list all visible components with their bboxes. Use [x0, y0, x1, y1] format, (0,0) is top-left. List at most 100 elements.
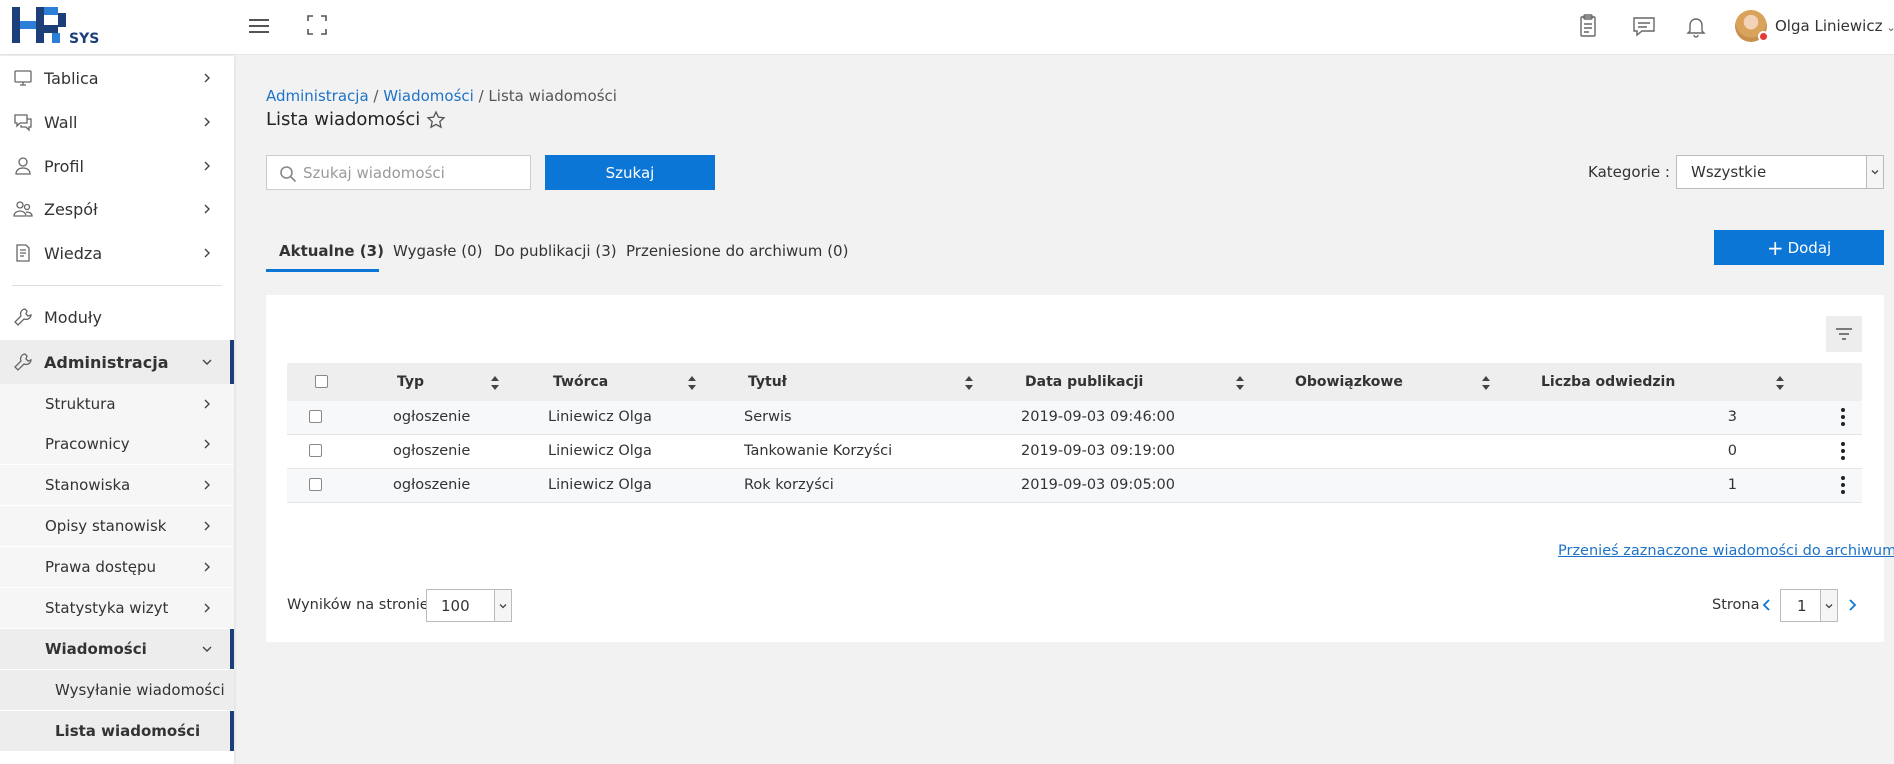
chat-icon [14, 114, 32, 132]
sidebar-subitem-statystyka-wizyt[interactable]: Statystyka wizyt [0, 588, 234, 628]
add-button-label: Dodaj [1787, 238, 1832, 257]
table-row[interactable]: ogłoszenie Liniewicz Olga Rok korzyści 2… [287, 469, 1862, 503]
cell-tytul[interactable]: Serwis [744, 409, 792, 425]
row-actions-kebab-icon[interactable] [1840, 442, 1846, 462]
cell-typ: ogłoszenie [393, 409, 471, 425]
clipboard-icon[interactable] [1574, 12, 1602, 40]
cell-data-publikacji: 2019-09-03 09:19:00 [1021, 443, 1175, 459]
move-to-archive-link[interactable]: Przenieś zaznaczone wiadomości do archiw… [1558, 543, 1894, 559]
user-name: Olga Liniewicz [1775, 17, 1883, 35]
tab-wygasle[interactable]: Wygasłe (0) [393, 230, 482, 272]
sidebar-subitem-prawa-dostepu[interactable]: Prawa dostępu [0, 547, 234, 587]
sidebar-subitem-opisy-stanowisk[interactable]: Opisy stanowisk [0, 506, 234, 546]
breadcrumb-link-wiadomosci[interactable]: Wiadomości [383, 87, 474, 105]
chevron-right-icon [204, 521, 210, 531]
column-header-liczba-odwiedzin[interactable]: Liczba odwiedzin [1541, 374, 1675, 390]
row-checkbox[interactable] [309, 478, 322, 491]
cell-typ: ogłoszenie [393, 443, 471, 459]
sort-icon[interactable] [1774, 375, 1786, 391]
filter-button[interactable] [1826, 316, 1862, 352]
cell-tworca: Liniewicz Olga [548, 477, 652, 493]
star-favorite-icon[interactable] [426, 109, 446, 130]
chevron-right-icon [204, 161, 210, 171]
sidebar-item-wall[interactable]: Wall [0, 102, 234, 142]
column-header-typ[interactable]: Typ [397, 374, 424, 390]
avatar [1735, 10, 1769, 42]
sidebar-item-label: Pracownicy [45, 435, 130, 453]
chevron-right-icon [204, 562, 210, 572]
status-dot [1758, 31, 1769, 42]
table-row[interactable]: ogłoszenie Liniewicz Olga Tankowanie Kor… [287, 435, 1862, 469]
sidebar-item-label: Profil [44, 156, 84, 176]
chevron-down-icon [494, 590, 511, 621]
fullscreen-icon[interactable] [305, 13, 329, 37]
sidebar-subitem-stanowiska[interactable]: Stanowiska [0, 465, 234, 505]
sort-icon[interactable] [1480, 375, 1492, 391]
sidebar-subitem-pracownicy[interactable]: Pracownicy [0, 424, 234, 464]
page-title-row: Lista wiadomości [266, 109, 446, 130]
row-actions-kebab-icon[interactable] [1840, 408, 1846, 428]
sort-icon[interactable] [963, 375, 975, 391]
sort-icon[interactable] [489, 375, 501, 391]
sidebar-subitem-wiadomosci[interactable]: Wiadomości [0, 629, 234, 669]
sidebar-item-label: Struktura [45, 395, 116, 413]
per-page-select[interactable]: 100 [426, 589, 512, 622]
tab-do-publikacji[interactable]: Do publikacji (3) [494, 230, 617, 272]
column-header-tworca[interactable]: Twórca [553, 374, 608, 390]
chevron-down-icon [202, 646, 212, 652]
sidebar-subitem-wysylanie-wiadomosci[interactable]: Wysyłanie wiadomości [0, 670, 234, 710]
breadcrumb-separator: / [473, 87, 489, 105]
category-label: Kategorie : [1588, 163, 1670, 181]
page-select[interactable]: 1 [1780, 589, 1838, 622]
sidebar-item-zespol[interactable]: Zespół [0, 189, 234, 229]
sidebar-item-label: Statystyka wizyt [45, 599, 169, 617]
cell-liczba-odwiedzin: 0 [1727, 443, 1737, 459]
sidebar-item-label: Zespół [44, 199, 98, 219]
chevron-down-icon [1820, 590, 1837, 621]
sidebar-item-label: Moduły [44, 307, 102, 327]
row-checkbox[interactable] [309, 444, 322, 457]
notifications-bell-icon[interactable] [1682, 12, 1710, 40]
messages-icon[interactable] [1630, 12, 1658, 40]
search-input[interactable] [303, 156, 525, 189]
user-menu[interactable]: Olga Liniewicz ⌄ [1735, 9, 1894, 43]
add-message-button[interactable]: + Dodaj [1714, 230, 1884, 265]
chevron-down-icon: ⌄ [1886, 21, 1894, 34]
row-checkbox[interactable] [309, 410, 322, 423]
top-header: SYS Olga Liniewicz ⌄ [0, 0, 1894, 55]
tab-przeniesione-do-archiwum[interactable]: Przeniesione do archiwum (0) [626, 230, 848, 272]
sidebar-item-administracja[interactable]: Administracja [0, 340, 234, 384]
sidebar-subitem-struktura[interactable]: Struktura [0, 384, 234, 424]
tab-aktualne[interactable]: Aktualne (3) [266, 230, 384, 272]
category-select[interactable]: Wszystkie [1676, 155, 1884, 189]
sidebar-subitem-lista-wiadomosci[interactable]: Lista wiadomości [0, 711, 234, 751]
prev-page-chevron-icon[interactable] [1760, 597, 1774, 613]
chevron-right-icon [204, 439, 210, 449]
breadcrumb-link-administracja[interactable]: Administracja [266, 87, 369, 105]
next-page-chevron-icon[interactable] [1845, 597, 1859, 613]
column-header-obowiazkowe[interactable]: Obowiązkowe [1295, 374, 1403, 390]
cell-tytul[interactable]: Tankowanie Korzyści [744, 443, 892, 459]
sort-icon[interactable] [1234, 375, 1246, 391]
row-actions-kebab-icon[interactable] [1840, 476, 1846, 496]
sidebar-item-profil[interactable]: Profil [0, 146, 234, 186]
sidebar-item-moduly[interactable]: Moduły [0, 297, 234, 337]
column-header-data-publikacji[interactable]: Data publikacji [1025, 374, 1143, 390]
sort-icon[interactable] [686, 375, 698, 391]
sidebar-item-label: Wall [44, 112, 78, 132]
sidebar-item-label: Wiadomości [45, 640, 147, 658]
sidebar-item-label: Opisy stanowisk [45, 517, 167, 535]
cell-tytul[interactable]: Rok korzyści [744, 477, 834, 493]
hrsys-logo[interactable]: SYS [12, 7, 112, 47]
sidebar-item-wiedza[interactable]: Wiedza [0, 233, 234, 273]
sidebar-item-tablica[interactable]: Tablica [0, 58, 234, 98]
search-button[interactable]: Szukaj [545, 155, 715, 190]
chevron-right-icon [204, 204, 210, 214]
menu-toggle-icon[interactable] [247, 14, 275, 38]
cell-data-publikacji: 2019-09-03 09:05:00 [1021, 477, 1175, 493]
sidebar-divider [12, 285, 222, 286]
table-row[interactable]: ogłoszenie Liniewicz Olga Serwis 2019-09… [287, 401, 1862, 435]
select-all-checkbox[interactable] [315, 375, 328, 388]
cell-data-publikacji: 2019-09-03 09:46:00 [1021, 409, 1175, 425]
column-header-tytul[interactable]: Tytuł [748, 374, 787, 390]
